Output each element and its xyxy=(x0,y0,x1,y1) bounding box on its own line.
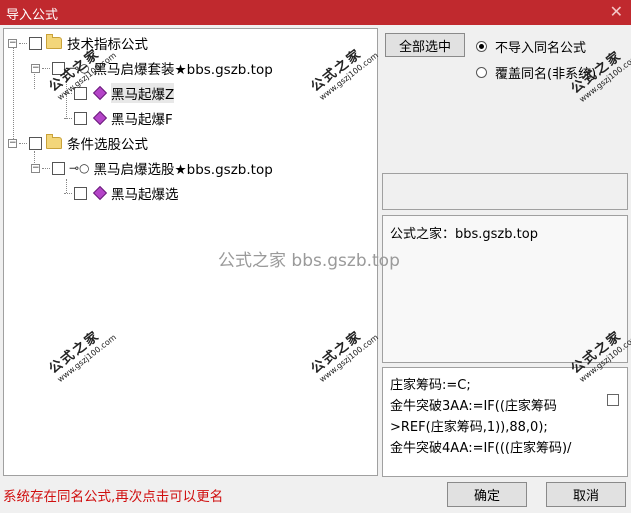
node-checkbox[interactable] xyxy=(74,111,87,125)
close-icon[interactable]: ✕ xyxy=(610,2,623,21)
node-label: 黑马起爆Z xyxy=(111,83,175,103)
code-line: >REF(庄家筹码,1)),88,0); xyxy=(390,420,548,435)
folder-icon xyxy=(46,134,62,149)
collapse-icon[interactable]: − xyxy=(8,38,17,48)
formula-gem-icon xyxy=(92,110,108,126)
code-line: 庄家筹码:=C; xyxy=(390,378,471,393)
tree-node-formula-f[interactable]: 黑马起爆F xyxy=(64,108,173,128)
options-panel: 全部选中 不导入同名公式 覆盖同名(非系统) xyxy=(382,28,628,174)
tree-node-screening[interactable]: − 条件选股公式 xyxy=(8,133,148,153)
description-box xyxy=(382,173,628,210)
code-checkbox[interactable] xyxy=(607,394,619,406)
node-label: 技术指标公式 xyxy=(67,37,148,53)
node-checkbox[interactable] xyxy=(74,186,87,200)
center-watermark: 公式之家 bbs.gszb.top xyxy=(218,251,400,271)
node-checkbox[interactable] xyxy=(29,36,42,50)
tree-connector xyxy=(42,167,50,169)
collapse-icon[interactable]: − xyxy=(8,138,17,148)
code-line: 金牛突破4AA:=IF(((庄家筹码)/ xyxy=(390,441,572,456)
tree-node-screening-package[interactable]: − ⊸○ 黑马启爆选股★bbs.gszb.top xyxy=(31,158,273,178)
key-icon: ⊸○ xyxy=(69,61,90,75)
window-title: 导入公式 xyxy=(6,8,59,23)
radio-overwrite-same-name[interactable]: 覆盖同名(非系统) xyxy=(476,63,596,82)
node-label: 黑马起爆选 xyxy=(111,187,179,203)
tree-connector xyxy=(19,42,27,44)
tree-connector xyxy=(19,142,27,144)
radio-dot[interactable] xyxy=(476,67,487,78)
node-label: 条件选股公式 xyxy=(67,137,148,153)
tree-connector xyxy=(64,117,72,119)
tree-node-tech-indicators[interactable]: − 技术指标公式 xyxy=(8,33,148,53)
info-text: 公式之家：bbs.gszb.top xyxy=(390,227,538,242)
node-label: 黑马起爆F xyxy=(111,112,173,128)
node-label: 黑马启爆套装★bbs.gszb.top xyxy=(93,62,273,78)
tree-node-formula-select[interactable]: 黑马起爆选 xyxy=(64,183,179,203)
radio-overwrite-label: 覆盖同名(非系统) xyxy=(495,67,597,82)
select-all-button[interactable]: 全部选中 xyxy=(385,33,465,57)
node-checkbox[interactable] xyxy=(74,86,87,100)
ok-button[interactable]: 确定 xyxy=(447,482,527,507)
tree-connector xyxy=(42,67,50,69)
code-line: 金牛突破3AA:=IF((庄家筹码 xyxy=(390,399,557,414)
tree-node-package[interactable]: − ⊸○ 黑马启爆套装★bbs.gszb.top xyxy=(31,58,273,78)
collapse-icon[interactable]: − xyxy=(31,163,40,173)
node-checkbox[interactable] xyxy=(52,61,65,75)
node-checkbox[interactable] xyxy=(29,136,42,150)
tree-connector xyxy=(64,192,72,194)
radio-skip-label: 不导入同名公式 xyxy=(495,41,587,56)
cancel-button[interactable]: 取消 xyxy=(546,482,626,507)
collapse-icon[interactable]: − xyxy=(31,63,40,73)
tree-guide-line xyxy=(13,47,14,143)
tree-node-formula-z[interactable]: 黑马起爆Z xyxy=(64,83,175,103)
radio-skip-same-name[interactable]: 不导入同名公式 xyxy=(476,37,586,56)
node-label: 黑马启爆选股★bbs.gszb.top xyxy=(93,162,273,178)
info-box: 公式之家：bbs.gszb.top xyxy=(382,215,628,363)
formula-gem-icon xyxy=(92,185,108,201)
key-icon: ⊸○ xyxy=(69,161,90,175)
node-checkbox[interactable] xyxy=(52,161,65,175)
formula-gem-icon xyxy=(92,85,108,101)
radio-dot[interactable] xyxy=(476,41,487,52)
tree-connector xyxy=(64,92,72,94)
status-message: 系统存在同名公式,再次点击可以更名 xyxy=(3,489,224,505)
folder-icon xyxy=(46,34,62,49)
title-bar: 导入公式 ✕ xyxy=(0,0,631,25)
formula-code-box[interactable]: 庄家筹码:=C; 金牛突破3AA:=IF((庄家筹码 >REF(庄家筹码,1))… xyxy=(382,367,628,477)
